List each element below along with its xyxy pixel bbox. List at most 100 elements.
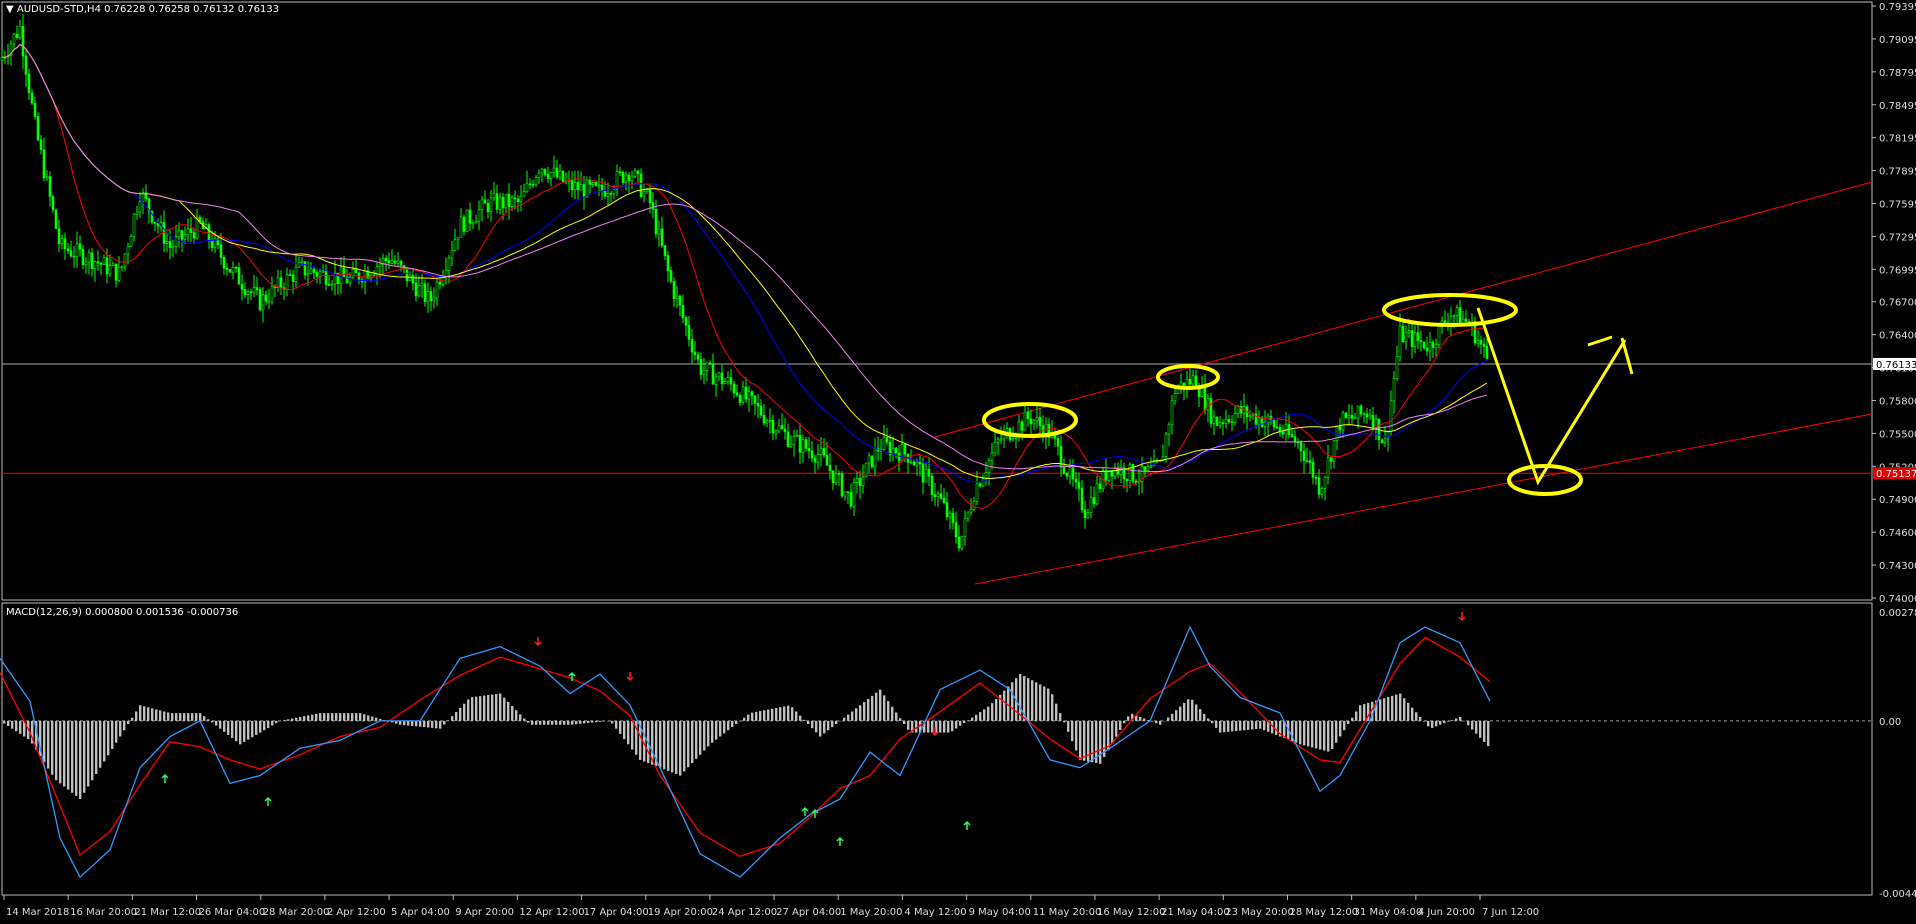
macd-histogram-bar <box>455 712 458 721</box>
candle-body <box>702 370 706 375</box>
candle-body <box>1149 465 1153 468</box>
price-tick-label: 0.79095 <box>1879 35 1916 46</box>
macd-histogram-bar <box>927 720 930 733</box>
candle-body <box>897 452 901 462</box>
macd-histogram-bar <box>1139 716 1142 721</box>
macd-histogram-bar <box>1319 720 1322 750</box>
candle-body <box>27 74 31 94</box>
macd-histogram-bar <box>159 710 162 721</box>
candle-body <box>1452 315 1456 317</box>
macd-histogram-bar <box>1483 720 1486 742</box>
macd-histogram-bar <box>767 709 770 721</box>
candle-body <box>594 182 598 186</box>
macd-histogram-bar <box>907 720 910 730</box>
candle-body <box>1389 400 1393 432</box>
channel-lower-line <box>974 413 1873 585</box>
candle-body <box>648 189 652 204</box>
price-tick-label: 0.78495 <box>1879 101 1916 112</box>
price-tick-label: 0.74600 <box>1879 528 1916 539</box>
candle-body <box>849 492 853 507</box>
macd-histogram-bar <box>287 719 290 721</box>
macd-histogram-bar <box>559 720 562 725</box>
macd-histogram-bar <box>1219 720 1222 733</box>
candle-body <box>666 255 670 271</box>
macd-histogram-bar <box>375 717 378 721</box>
macd-histogram-bar <box>227 720 230 735</box>
macd-histogram-bar <box>623 720 626 740</box>
candle-body <box>708 362 712 365</box>
macd-histogram-bar <box>1355 711 1358 721</box>
macd-histogram-bar <box>855 708 858 721</box>
candle-body <box>51 196 55 211</box>
macd-histogram-bar <box>123 720 126 731</box>
macd-histogram-bar <box>1463 720 1466 722</box>
macd-histogram-bar <box>607 720 610 722</box>
candle-body <box>771 420 775 434</box>
macd-histogram-bar <box>235 720 238 742</box>
candle-body <box>327 284 331 286</box>
macd-histogram-bar <box>967 720 970 721</box>
candle-body <box>33 102 37 117</box>
candle-body <box>765 420 769 424</box>
macd-histogram-bar <box>811 720 814 729</box>
candle-body <box>1410 330 1414 347</box>
macd-histogram-bar <box>1303 720 1306 746</box>
candle-body <box>1062 466 1066 474</box>
candle-body <box>576 182 580 191</box>
candle-body <box>834 473 838 484</box>
macd-histogram-bar <box>155 709 158 721</box>
candle-body <box>342 267 346 278</box>
macd-histogram-bar <box>723 720 726 734</box>
macd-histogram-bar <box>483 695 486 721</box>
candle-body <box>972 501 976 510</box>
macd-histogram-bar <box>1211 720 1214 724</box>
candle-body <box>726 377 730 382</box>
macd-histogram-bar <box>107 720 110 756</box>
dropdown-triangle-icon[interactable]: ▼ <box>6 4 14 15</box>
candle-body <box>768 420 772 422</box>
macd-histogram-bar <box>727 720 730 731</box>
macd-histogram-bar <box>1423 720 1426 722</box>
candle-body <box>885 437 889 443</box>
candle-body <box>1146 466 1150 472</box>
candle-body <box>738 394 742 403</box>
macd-histogram-bar <box>1203 713 1206 721</box>
candle-body <box>678 295 682 306</box>
macd-histogram-bar <box>99 720 102 768</box>
macd-histogram-bar <box>1035 682 1038 721</box>
candle-body <box>1188 378 1192 385</box>
macd-histogram-bar <box>1335 720 1338 743</box>
macd-histogram-bar <box>995 698 998 721</box>
annotation-arrowhead <box>1587 335 1634 375</box>
macd-histogram-bar <box>19 720 22 734</box>
time-tick-label: 27 Apr 04:00 <box>776 907 841 918</box>
macd-histogram-bar <box>823 720 826 734</box>
candle-body <box>348 276 352 284</box>
macd-histogram-bar <box>211 720 214 723</box>
candle-body <box>513 197 517 200</box>
macd-histogram-bar <box>1027 678 1030 721</box>
candle-body <box>525 183 529 192</box>
macd-histogram-bar <box>171 713 174 721</box>
candle-body <box>954 522 958 538</box>
candle-body <box>1260 417 1264 427</box>
candle-body <box>12 33 16 45</box>
candle-body <box>1095 483 1099 505</box>
candle-body <box>990 452 994 461</box>
candle-body <box>687 324 691 340</box>
candle-body <box>915 461 919 466</box>
macd-histogram-bar <box>1379 699 1382 721</box>
candle-body <box>303 261 307 276</box>
price-tick-label: 0.78195 <box>1879 134 1916 145</box>
candle-body <box>54 209 58 229</box>
macd-histogram-bar <box>791 707 794 721</box>
macd-histogram-bar <box>355 713 358 721</box>
macd-histogram-bar <box>1191 699 1194 721</box>
candle-body <box>1323 476 1327 489</box>
symbol-info: AUDUSD-STD,H4 0.76228 0.76258 0.76132 0.… <box>16 4 280 15</box>
macd-histogram-bar <box>831 720 834 728</box>
candle-body <box>1065 472 1069 477</box>
macd-histogram-bar <box>443 720 446 725</box>
candle-body <box>945 502 949 518</box>
macd-histogram-bar <box>891 706 894 721</box>
